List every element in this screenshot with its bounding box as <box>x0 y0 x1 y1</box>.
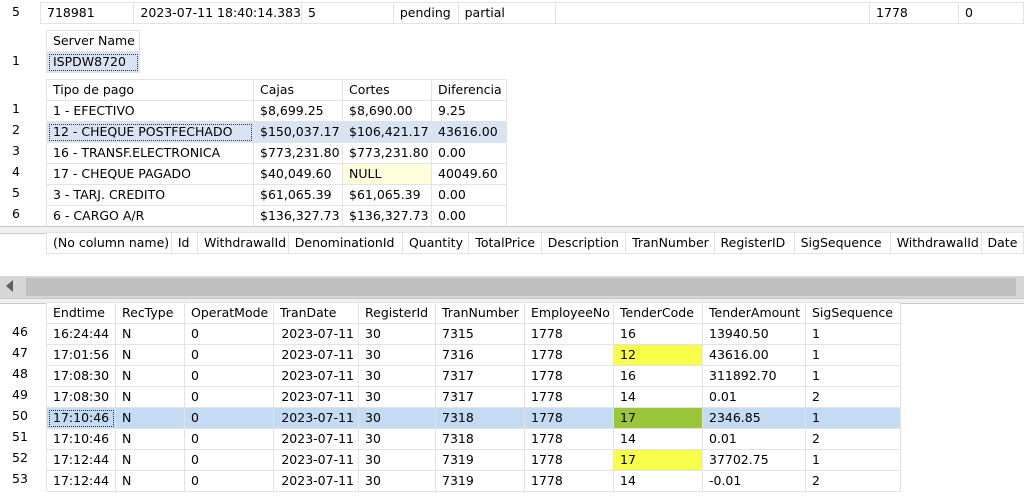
table-row[interactable]: 718981 2023-07-11 18:40:14.383 5 pending… <box>39 2 1024 24</box>
column-header[interactable]: Id <box>170 232 198 254</box>
row-number: 51 <box>12 429 28 444</box>
row-number: 47 <box>12 345 28 360</box>
column-header[interactable]: Diferencia <box>431 79 507 101</box>
column-header[interactable]: TranNumber <box>625 232 715 254</box>
table-row[interactable]: ISPDW8720 <box>46 51 140 73</box>
highlighted-tender-code[interactable]: 17 <box>613 449 703 471</box>
column-header[interactable]: Description <box>540 232 627 254</box>
column-header[interactable]: TenderCode <box>613 302 703 324</box>
column-header[interactable]: RegisterID <box>713 232 795 254</box>
highlighted-tender-code[interactable]: 12 <box>613 344 703 366</box>
column-header[interactable]: (No column name) <box>46 232 172 254</box>
scroll-thumb[interactable] <box>26 278 1016 296</box>
table-row[interactable]: 17:10:46 N 0 2023-07-11 30 7318 1778 14 0.01 2 <box>46 428 901 450</box>
table-row[interactable]: 3 - TARJ. CREDITO $61,065.39 $61,065.39 0.0… <box>46 184 507 206</box>
row-number: 2 <box>12 122 20 137</box>
column-header[interactable]: OperatMode <box>184 302 274 324</box>
column-header[interactable]: Endtime <box>46 302 116 324</box>
row-number: 48 <box>12 366 28 381</box>
column-header[interactable]: TranDate <box>273 302 359 324</box>
column-header[interactable]: TranNumber <box>435 302 525 324</box>
table-row[interactable]: 17:01:56 N 0 2023-07-11 30 7316 1778 12 43616.00… <box>46 344 901 366</box>
tender-grid: Endtime RecType OperatMode TranDate Regi… <box>0 302 1024 497</box>
server-name-cell[interactable]: ISPDW8720 <box>46 51 140 73</box>
table-row[interactable]: 12 - CHEQUE POSTFECHADO $150,037.17 $106,4… <box>46 121 507 143</box>
table-row[interactable]: 16 - TRANSF.ELECTRONICA $773,231.80 $773,2… <box>46 142 507 164</box>
column-header[interactable]: SigSequence <box>805 302 901 324</box>
column-header[interactable]: Cortes <box>342 79 432 101</box>
scroll-left-icon[interactable] <box>6 280 13 292</box>
table-row[interactable]: 1 - EFECTIVO $8,699.25 $8,690.00 9.25 <box>46 100 507 122</box>
column-header[interactable]: Date <box>980 232 1024 254</box>
row-number: 5 <box>12 185 20 200</box>
server-name-grid: Server Name ISPDW8720 1 <box>0 28 1024 76</box>
table-row-selected[interactable]: 17:10:46 N 0 2023-07-11 30 7318 1778 17 2346.85 1 <box>46 407 901 429</box>
column-header[interactable]: Cajas <box>253 79 343 101</box>
column-header[interactable]: Quantity <box>401 232 470 254</box>
table-row[interactable]: 17:12:44 N 0 2023-07-11 30 7319 1778 14 -0.01 2 <box>46 470 901 492</box>
row-number: 1 <box>12 101 20 116</box>
row-number: 6 <box>12 206 20 221</box>
column-header[interactable]: RecType <box>115 302 185 324</box>
column-header[interactable]: SigSequence <box>793 232 891 254</box>
highlighted-tender-code[interactable]: 17 <box>613 407 703 429</box>
table-row[interactable]: 17:08:30 N 0 2023-07-11 30 7317 1778 14 0.01 2 <box>46 386 901 408</box>
row-number: 52 <box>12 450 28 465</box>
table-row[interactable]: 6 - CARGO A/R $136,327.73 $136,327.73 0.00 <box>46 205 507 227</box>
row-number: 46 <box>12 324 28 339</box>
empty-result-grid: (No column name) Id WithdrawalId Denomin… <box>0 232 1024 276</box>
column-header[interactable]: DenominationId <box>287 232 403 254</box>
table-row[interactable]: 16:24:44 N 0 2023-07-11 30 7315 1778 16 13940.50… <box>46 323 901 345</box>
row-number: 1 <box>12 53 20 68</box>
null-cell[interactable]: NULL <box>342 163 432 185</box>
row-number: 4 <box>12 164 20 179</box>
horizontal-scrollbar[interactable] <box>0 276 1024 298</box>
row-number: 3 <box>12 143 20 158</box>
column-header[interactable]: TotalPrice <box>468 232 542 254</box>
column-header[interactable]: Server Name <box>46 30 140 52</box>
table-row[interactable]: 17:08:30 N 0 2023-07-11 30 7317 1778 16 311892.7… <box>46 365 901 387</box>
row-number: 49 <box>12 387 28 402</box>
column-header[interactable]: RegisterId <box>358 302 436 324</box>
row-number: 53 <box>12 471 28 486</box>
table-row[interactable]: 17:12:44 N 0 2023-07-11 30 7319 1778 17 37702.75… <box>46 449 901 471</box>
row-number: 50 <box>12 408 28 423</box>
row-number: 5 <box>12 4 20 19</box>
payments-grid: Tipo de pago Cajas Cortes Diferencia 1 -… <box>0 78 1024 227</box>
table-row[interactable]: 17 - CHEQUE PAGADO $40,049.60 NULL 40049.60 <box>46 163 507 185</box>
column-header[interactable]: WithdrawalId <box>196 232 289 254</box>
top-grid-table: 718981 2023-07-11 18:40:14.383 5 pending… <box>39 2 1024 24</box>
column-header[interactable]: TenderAmount <box>702 302 806 324</box>
results-grid-top: 5 718981 2023-07-11 18:40:14.383 5 pendi… <box>0 0 1024 28</box>
column-header[interactable]: Tipo de pago <box>46 79 254 101</box>
column-header[interactable]: WithdrawalId <box>889 232 982 254</box>
column-header[interactable]: EmployeeNo <box>524 302 614 324</box>
